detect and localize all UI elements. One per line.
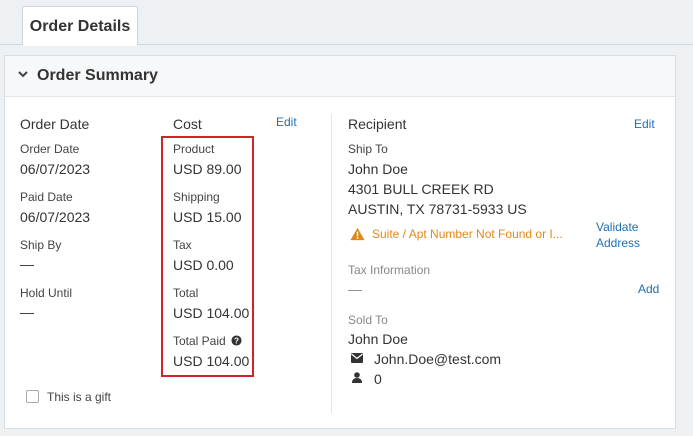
order-summary-header[interactable]: Order Summary xyxy=(5,56,675,97)
order-date-label: Order Date xyxy=(20,142,80,156)
column-divider xyxy=(331,114,332,413)
order-date-value: 06/07/2023 xyxy=(20,161,91,177)
sold-to-label: Sold To xyxy=(348,313,388,327)
svg-text:?: ? xyxy=(234,336,239,345)
tax-value: USD 0.00 xyxy=(173,257,234,273)
chevron-down-icon[interactable] xyxy=(16,67,30,81)
shipping-label: Shipping xyxy=(173,190,220,204)
envelope-icon xyxy=(351,353,363,363)
panel-title: Order Summary xyxy=(37,67,158,84)
ship-by-label: Ship By xyxy=(20,238,62,252)
recipient-heading: Recipient xyxy=(348,116,407,132)
sold-to-name: John Doe xyxy=(348,331,408,347)
product-label: Product xyxy=(173,142,215,156)
paid-date-label: Paid Date xyxy=(20,190,73,204)
order-date-heading: Order Date xyxy=(20,116,90,132)
total-paid-label: Total Paid xyxy=(173,334,226,348)
help-icon[interactable]: ? xyxy=(231,335,242,346)
product-value: USD 89.00 xyxy=(173,161,242,177)
cost-edit-link[interactable]: Edit xyxy=(276,115,297,129)
total-paid-value: USD 104.00 xyxy=(173,353,250,369)
tax-info-add-link[interactable]: Add xyxy=(638,282,659,296)
sold-to-email: John.Doe@test.com xyxy=(374,351,502,367)
address-line2: AUSTIN, TX 78731-5933 US xyxy=(348,201,527,217)
user-icon xyxy=(352,372,362,383)
tab-order-details[interactable]: Order Details xyxy=(22,6,138,46)
order-summary-panel: Order Summary Order Date Order Date 06/0… xyxy=(4,55,676,429)
validate-address-link-line1[interactable]: Validate xyxy=(596,220,638,234)
tab-bar: Order Details xyxy=(0,0,693,46)
gift-checkbox[interactable] xyxy=(26,390,39,403)
address-line1: 4301 BULL CREEK RD xyxy=(348,181,494,197)
shipping-value: USD 15.00 xyxy=(173,209,242,225)
address-warning-text: Suite / Apt Number Not Found or I... xyxy=(372,227,563,241)
ship-by-value: — xyxy=(20,256,34,272)
total-label: Total xyxy=(173,286,199,300)
cost-heading: Cost xyxy=(173,116,202,132)
hold-until-value: — xyxy=(20,304,34,320)
warning-icon xyxy=(350,227,365,241)
recipient-edit-link[interactable]: Edit xyxy=(634,117,655,131)
ship-to-name: John Doe xyxy=(348,161,408,177)
tax-info-value: — xyxy=(348,281,362,297)
validate-address-link-line2[interactable]: Address xyxy=(596,236,640,250)
tax-label: Tax xyxy=(173,238,192,252)
sold-to-count: 0 xyxy=(374,371,382,387)
paid-date-value: 06/07/2023 xyxy=(20,209,91,225)
gift-label[interactable]: This is a gift xyxy=(47,390,111,404)
tax-info-label: Tax Information xyxy=(348,263,431,277)
total-value: USD 104.00 xyxy=(173,305,250,321)
ship-to-label: Ship To xyxy=(348,142,388,156)
hold-until-label: Hold Until xyxy=(20,286,73,300)
